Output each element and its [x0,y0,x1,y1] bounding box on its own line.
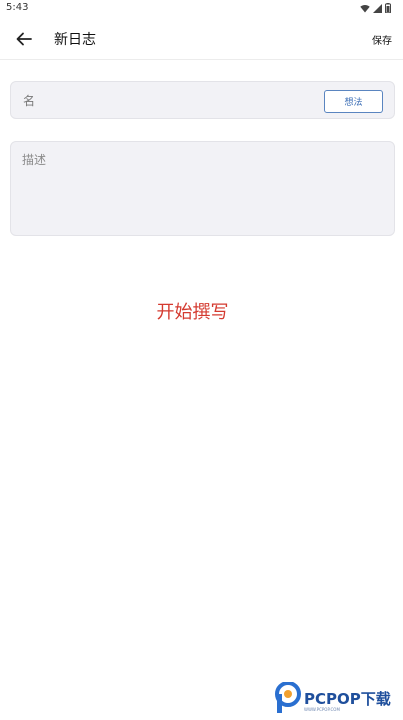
save-button[interactable]: 保存 [372,32,392,47]
status-icons [360,3,391,13]
description-card [10,141,395,236]
idea-button[interactable]: 想法 [324,90,383,113]
name-input[interactable] [23,91,303,111]
watermark-brand: PCPOP下载 [304,690,391,708]
back-button[interactable] [12,27,36,51]
arrow-left-icon [16,32,32,46]
page-title: 新日志 [54,32,96,48]
status-bar: 5:43 [0,0,403,16]
watermark-subtitle: WWW.PCPOP.COM [304,707,340,712]
watermark: PCPOP下载 WWW.PCPOP.COM [275,682,399,716]
wifi-icon [360,4,370,12]
description-input[interactable] [22,151,382,227]
signal-icon [373,3,382,13]
pcpop-logo-icon [275,682,301,713]
start-writing-link[interactable]: 开始撰写 [0,298,385,324]
name-card: 想法 [10,81,395,119]
app-bar: 新日志 保存 [0,16,403,60]
status-time: 5:43 [6,2,29,13]
battery-icon [385,3,391,13]
